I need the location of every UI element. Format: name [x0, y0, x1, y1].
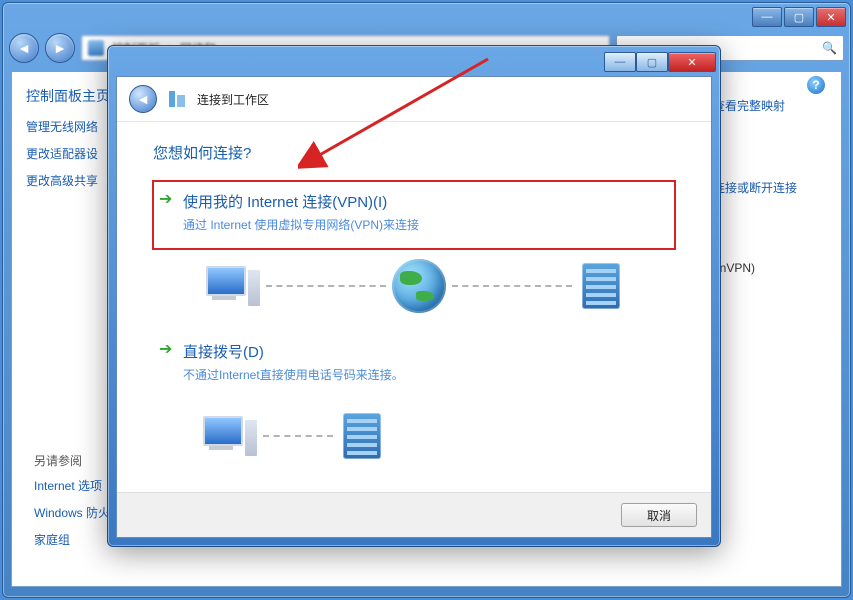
right-column: 查看完整映射 连接或断开连接 unVPN): [713, 97, 823, 340]
help-icon[interactable]: ?: [807, 76, 825, 94]
dash-line: [263, 435, 333, 437]
option-dialup[interactable]: ➔ 直接拨号(D) 不通过Internet直接使用电话号码来连接。: [153, 331, 675, 399]
dialog-maximize-button[interactable]: ▢: [636, 52, 668, 72]
dialog-title: 连接到工作区: [197, 91, 269, 108]
dialog-titlebar: — ▢ ✕: [108, 46, 720, 76]
dialog-header: ◄ 连接到工作区: [117, 77, 711, 122]
cancel-button[interactable]: 取消: [621, 503, 697, 527]
right-link-map[interactable]: 查看完整映射: [713, 97, 823, 114]
dash-line: [266, 285, 386, 287]
right-link-connect[interactable]: 连接或断开连接: [713, 179, 823, 196]
dialog-minimize-button[interactable]: —: [604, 52, 636, 72]
server-icon: [339, 409, 385, 463]
dialog-back-button[interactable]: ◄: [129, 85, 157, 113]
search-icon: 🔍: [822, 41, 837, 55]
right-link-vpn: unVPN): [713, 261, 823, 275]
dash-line: [452, 285, 572, 287]
option-vpn-title: 使用我的 Internet 连接(VPN)(I): [183, 191, 669, 212]
pc-icon: [201, 412, 257, 460]
maximize-button[interactable]: ▢: [784, 7, 814, 27]
dialog-question: 您想如何连接?: [153, 142, 675, 163]
close-button[interactable]: ✕: [816, 7, 846, 27]
arrow-icon: ➔: [159, 193, 173, 207]
dialog-button-bar: 取消: [117, 492, 711, 537]
minimize-button[interactable]: —: [752, 7, 782, 27]
connect-workplace-dialog: — ▢ ✕ ◄ 连接到工作区 您想如何连接? ➔ 使用我的 Internet 连…: [107, 45, 721, 547]
illustration-vpn: [196, 259, 632, 313]
dialog-body: 您想如何连接? ➔ 使用我的 Internet 连接(VPN)(I) 通过 In…: [117, 122, 711, 530]
option-vpn-desc: 通过 Internet 使用虚拟专用网络(VPN)来连接: [183, 216, 669, 233]
option-dialup-desc: 不通过Internet直接使用电话号码来连接。: [183, 366, 661, 383]
arrow-icon: ➔: [159, 343, 173, 357]
illustration-dialup: [193, 409, 469, 463]
forward-button[interactable]: ►: [45, 33, 75, 63]
dialog-close-button[interactable]: ✕: [668, 52, 716, 72]
option-dialup-title: 直接拨号(D): [183, 341, 661, 362]
outer-titlebar: — ▢ ✕: [3, 3, 850, 29]
pc-icon: [204, 262, 260, 310]
option-vpn[interactable]: ➔ 使用我的 Internet 连接(VPN)(I) 通过 Internet 使…: [153, 181, 675, 249]
address-icon: [88, 40, 104, 56]
back-button[interactable]: ◄: [9, 33, 39, 63]
globe-icon: [392, 259, 446, 313]
dialog-client: ◄ 连接到工作区 您想如何连接? ➔ 使用我的 Internet 连接(VPN)…: [116, 76, 712, 538]
server-icon: [578, 259, 624, 313]
workplace-icon: [167, 89, 187, 109]
